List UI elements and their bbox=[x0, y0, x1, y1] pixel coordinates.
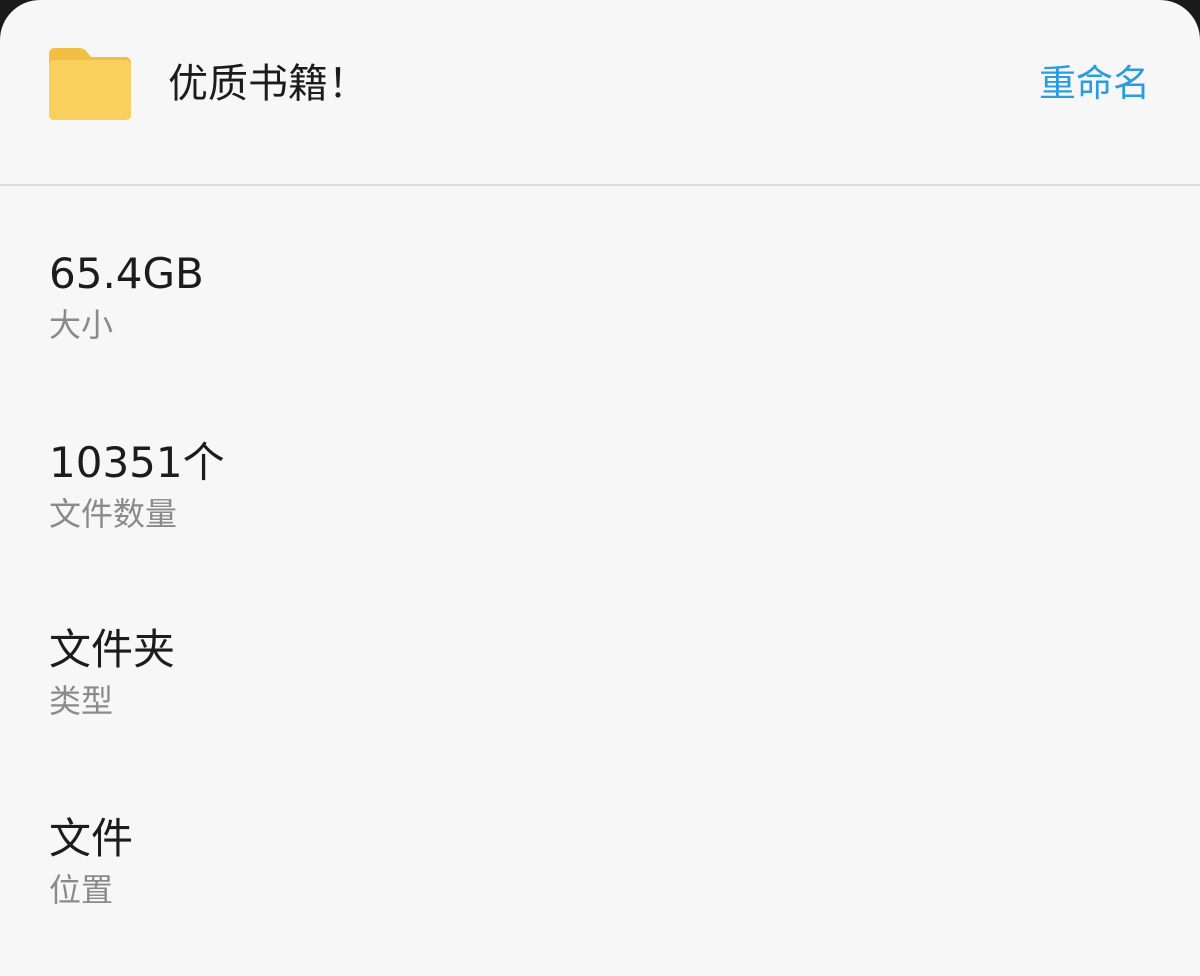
folder-details-sheet: 优质书籍！ 重命名 65.4GB 大小 10351个 文件数量 文件夹 类型 文… bbox=[0, 0, 1200, 976]
detail-size: 65.4GB 大小 bbox=[49, 246, 204, 346]
detail-label: 类型 bbox=[49, 682, 114, 720]
detail-value: 10351个 bbox=[49, 438, 225, 487]
folder-icon bbox=[49, 48, 131, 120]
detail-label: 大小 bbox=[49, 306, 114, 344]
detail-file-count: 10351个 文件数量 bbox=[49, 435, 225, 535]
detail-value: 文件夹 bbox=[49, 625, 176, 674]
sheet-header: 优质书籍！ 重命名 bbox=[0, 0, 1200, 186]
detail-label: 位置 bbox=[49, 871, 114, 909]
rename-button[interactable]: 重命名 bbox=[1039, 58, 1150, 110]
detail-type: 文件夹 类型 bbox=[49, 622, 175, 722]
detail-value: 文件 bbox=[49, 814, 134, 863]
detail-location: 文件 位置 bbox=[49, 811, 133, 911]
detail-value: 65.4GB bbox=[49, 249, 204, 298]
folder-name: 优质书籍！ bbox=[168, 61, 368, 107]
detail-label: 文件数量 bbox=[49, 495, 178, 533]
